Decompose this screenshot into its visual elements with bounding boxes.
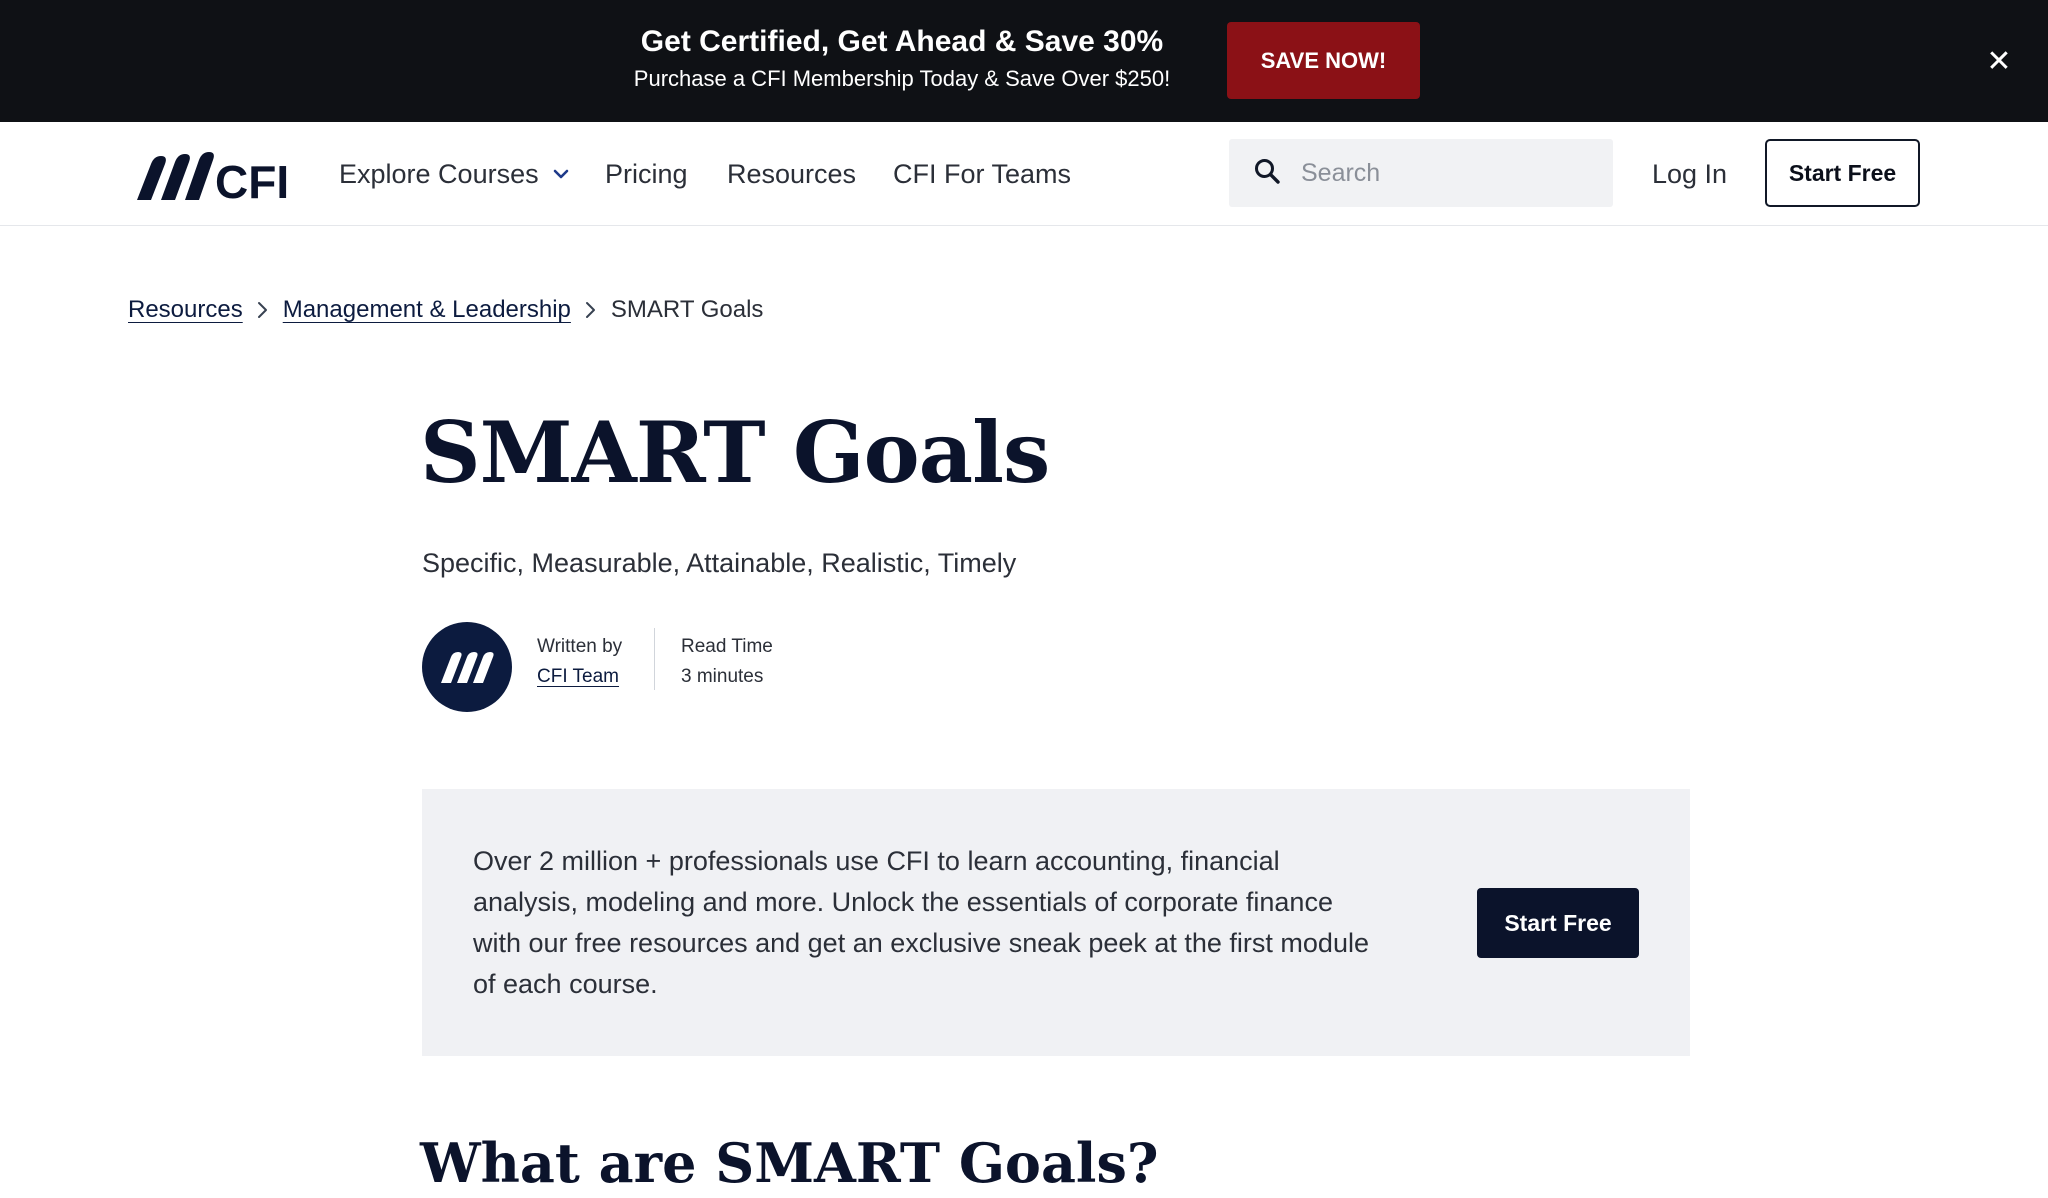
author-meta: Written by CFI Team (537, 632, 622, 692)
close-icon[interactable]: ✕ (1984, 44, 2014, 79)
top-navigation: CFI Explore Courses Pricing Resources CF… (0, 122, 2048, 226)
start-free-nav-button[interactable]: Start Free (1765, 139, 1920, 207)
chevron-right-icon (257, 301, 269, 319)
page-title: SMART Goals (420, 403, 1050, 502)
promo-banner: Get Certified, Get Ahead & Save 30% Purc… (0, 0, 2048, 122)
nav-explore-courses[interactable]: Explore Courses (339, 152, 569, 196)
author-link[interactable]: CFI Team (537, 666, 619, 687)
read-time-meta: Read Time 3 minutes (681, 632, 773, 692)
page-subtitle: Specific, Measurable, Attainable, Realis… (422, 548, 1017, 578)
search-box[interactable] (1229, 139, 1613, 207)
chevron-right-icon (585, 301, 597, 319)
promo-text: Get Certified, Get Ahead & Save 30% Purc… (560, 22, 1244, 95)
nav-pricing[interactable]: Pricing (605, 152, 688, 196)
read-time-value: 3 minutes (681, 666, 764, 687)
meta-divider (654, 628, 655, 690)
chevron-down-icon (553, 169, 569, 179)
cfi-logo[interactable]: CFI (127, 148, 303, 202)
breadcrumb: Resources Management & Leadership SMART … (128, 293, 763, 327)
search-icon (1253, 157, 1281, 190)
logo-text: CFI (215, 156, 289, 202)
written-by-label: Written by (537, 636, 623, 657)
avatar (422, 622, 512, 712)
promo-subline: Purchase a CFI Membership Today & Save O… (633, 66, 1171, 91)
cfi-avatar-logo-icon (441, 652, 494, 683)
read-time-label: Read Time (681, 636, 773, 657)
start-free-cta-button[interactable]: Start Free (1477, 888, 1639, 958)
section-heading: What are SMART Goals? (420, 1131, 1159, 1195)
cfi-logo-mark: CFI (137, 152, 289, 202)
cta-text: Over 2 million + professionals use CFI t… (473, 846, 1369, 999)
signup-cta-box: Over 2 million + professionals use CFI t… (422, 789, 1690, 1056)
log-in-link[interactable]: Log In (1652, 152, 1727, 196)
breadcrumb-current: SMART Goals (610, 296, 764, 323)
breadcrumb-management-leadership[interactable]: Management & Leadership (283, 296, 571, 324)
breadcrumb-resources[interactable]: Resources (128, 296, 243, 324)
nav-cfi-for-teams[interactable]: CFI For Teams (893, 152, 1071, 196)
promo-headline: Get Certified, Get Ahead & Save 30% (640, 25, 1164, 58)
save-now-button[interactable]: SAVE NOW! (1227, 22, 1420, 99)
nav-resources[interactable]: Resources (727, 152, 856, 196)
nav-explore-label: Explore Courses (339, 159, 539, 189)
search-input[interactable] (1301, 158, 1591, 188)
